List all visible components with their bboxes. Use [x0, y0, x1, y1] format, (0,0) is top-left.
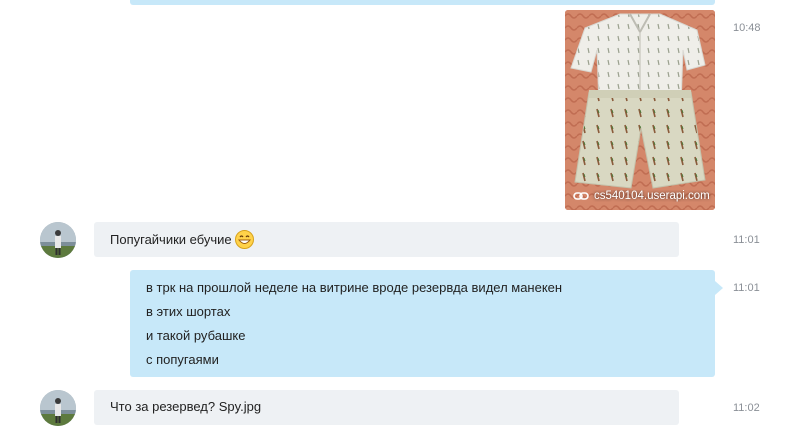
message-text: Попугайчики ебучие	[110, 232, 232, 247]
incoming-message-bubble: Попугайчики ебучие	[94, 222, 679, 257]
contact-avatar[interactable]	[40, 390, 76, 426]
grinning-face-icon	[234, 230, 254, 249]
link-icon	[573, 191, 589, 201]
message-line: в трк на прошлой неделе на витрине вроде…	[146, 280, 563, 295]
bubble-tail	[715, 281, 723, 295]
outgoing-message-bubble: в трк на прошлой неделе на витрине вроде…	[130, 270, 715, 377]
message-line: с попугаями	[146, 352, 219, 367]
message-time: 11:01	[733, 282, 760, 294]
image-link[interactable]: cs540104.userapi.com	[573, 190, 715, 202]
photo-preview	[565, 10, 715, 210]
message-time: 11:02	[733, 402, 760, 414]
message-time: 11:01	[733, 234, 760, 246]
message-line: и такой рубашке	[146, 328, 246, 343]
incoming-message-bubble: Что за резервед? Spy.jpg	[94, 390, 679, 425]
previous-message-bubble	[130, 0, 715, 5]
image-link-text: cs540104.userapi.com	[594, 190, 710, 202]
message-time: 10:48	[733, 22, 761, 34]
contact-avatar[interactable]	[40, 222, 76, 258]
message-line: в этих шортах	[146, 304, 231, 319]
message-text: Что за резервед? Spy.jpg	[110, 399, 262, 414]
image-message[interactable]: cs540104.userapi.com	[565, 10, 715, 210]
